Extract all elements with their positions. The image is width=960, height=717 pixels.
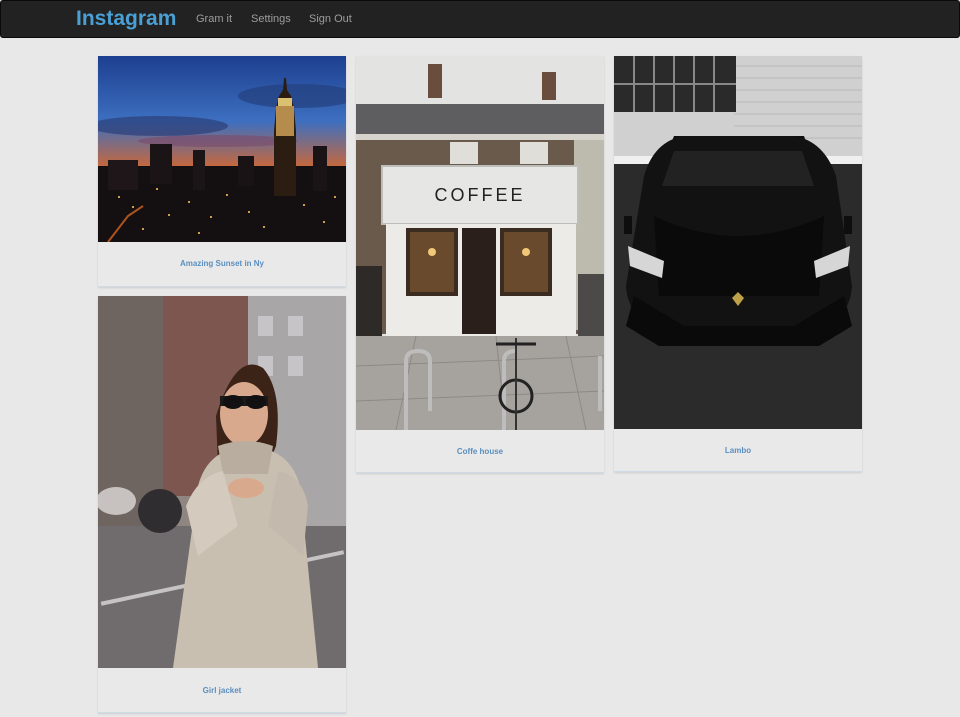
woman-sweater-photo[interactable] (98, 296, 346, 668)
coffee-shop-photo[interactable]: COFFEE (356, 56, 604, 430)
navbar: Instagram Gram it Settings Sign Out (0, 0, 960, 38)
pin-card[interactable]: Lambo (614, 56, 862, 472)
nav-gram-it-link[interactable]: Gram it (196, 13, 232, 25)
pin-card[interactable]: Girl jacket (98, 296, 346, 713)
pin-caption-link[interactable]: Girl jacket (98, 686, 346, 695)
black-car-photo[interactable] (614, 56, 862, 429)
pin-caption-link[interactable]: Coffe house (356, 447, 604, 456)
pin-caption-link[interactable]: Amazing Sunset in Ny (98, 259, 346, 268)
brand-logo-link[interactable]: Instagram (76, 7, 176, 31)
nav-sign-out-link[interactable]: Sign Out (309, 13, 352, 25)
pin-card[interactable]: Amazing Sunset in Ny (98, 56, 346, 287)
pin-card[interactable]: COFFEE Coffe house (356, 56, 604, 473)
pin-caption-link[interactable]: Lambo (614, 446, 862, 455)
city-sunset-photo[interactable] (98, 56, 346, 242)
coffee-sign-text: COFFEE (434, 185, 525, 205)
nav-settings-link[interactable]: Settings (251, 13, 291, 25)
